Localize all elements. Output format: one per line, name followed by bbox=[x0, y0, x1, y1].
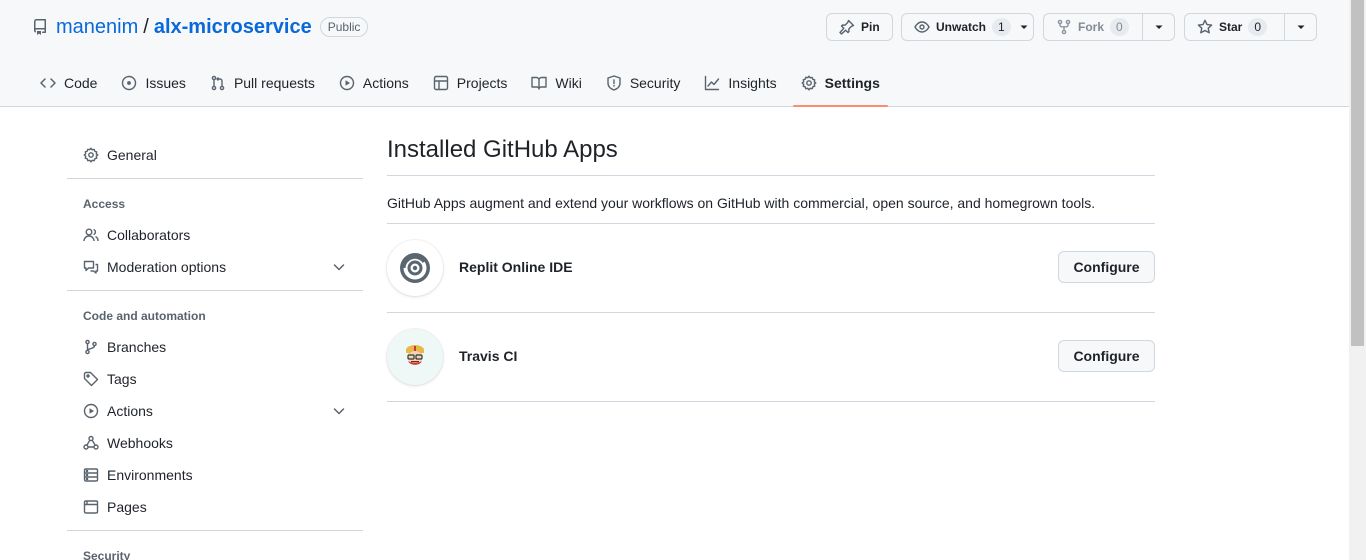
sidebar-item-moderation-options[interactable]: Moderation options bbox=[67, 251, 363, 283]
sidebar-divider bbox=[67, 178, 363, 179]
code-icon bbox=[40, 75, 56, 91]
pin-icon bbox=[839, 19, 855, 35]
tab-insights[interactable]: Insights bbox=[696, 64, 784, 102]
sidebar-heading-access: Access bbox=[83, 197, 126, 211]
star-dropdown-button[interactable] bbox=[1284, 14, 1316, 40]
pull-request-icon bbox=[210, 75, 226, 91]
sidebar-item-actions[interactable]: Actions bbox=[67, 395, 363, 427]
gear-icon bbox=[801, 75, 817, 91]
list-item: Replit Online IDE Configure bbox=[387, 223, 1155, 312]
repo-separator: / bbox=[143, 15, 149, 38]
sidebar-heading-code-automation: Code and automation bbox=[83, 309, 206, 323]
server-icon bbox=[83, 467, 99, 483]
tab-actions[interactable]: Actions bbox=[331, 64, 417, 102]
eye-icon bbox=[914, 19, 930, 35]
fork-dropdown-button[interactable] bbox=[1142, 14, 1174, 40]
configure-button[interactable]: Configure bbox=[1058, 340, 1155, 372]
fork-counter: 0 bbox=[1110, 18, 1129, 36]
fork-label: Fork bbox=[1078, 20, 1105, 34]
chevron-down-icon bbox=[331, 403, 347, 419]
travis-ci-app-avatar bbox=[387, 329, 443, 385]
tab-projects[interactable]: Projects bbox=[425, 64, 516, 102]
repo-icon bbox=[32, 19, 48, 35]
pin-button[interactable]: Pin bbox=[826, 13, 893, 41]
sidebar-item-environments[interactable]: Environments bbox=[67, 459, 363, 491]
scrollbar-thumb[interactable] bbox=[1351, 0, 1364, 346]
title-divider bbox=[387, 175, 1155, 176]
sidebar-item-branches[interactable]: Branches bbox=[67, 331, 363, 363]
page-title: Installed GitHub Apps bbox=[387, 136, 618, 163]
people-icon bbox=[83, 227, 99, 243]
configure-button[interactable]: Configure bbox=[1058, 251, 1155, 283]
tag-icon bbox=[83, 371, 99, 387]
sidebar-item-webhooks[interactable]: Webhooks bbox=[67, 427, 363, 459]
caret-down-icon bbox=[1297, 25, 1305, 29]
app-name: Replit Online IDE bbox=[459, 259, 573, 275]
sidebar-item-general[interactable]: General bbox=[67, 139, 363, 171]
gear-icon bbox=[83, 147, 99, 163]
comment-discussion-icon bbox=[83, 259, 99, 275]
star-label: Star bbox=[1219, 20, 1243, 34]
tab-security[interactable]: Security bbox=[598, 64, 689, 102]
watch-counter: 1 bbox=[992, 18, 1011, 36]
star-button[interactable]: Star 0 bbox=[1184, 13, 1317, 41]
repo-owner-link[interactable]: manenim bbox=[56, 16, 138, 39]
issue-icon bbox=[121, 75, 137, 91]
fork-main[interactable]: Fork 0 bbox=[1044, 14, 1142, 40]
sidebar-heading-security: Security bbox=[83, 549, 131, 560]
graph-icon bbox=[704, 75, 720, 91]
watch-button[interactable]: Unwatch 1 bbox=[901, 13, 1034, 41]
app-divider bbox=[387, 401, 1155, 402]
page-description: GitHub Apps augment and extend your work… bbox=[387, 195, 1096, 211]
caret-down-icon bbox=[1019, 22, 1029, 32]
repo-header: manenim / alx-microservice Public Pin Un… bbox=[0, 0, 1366, 107]
repo-tabs: Code Issues Pull requests Actions Projec… bbox=[32, 64, 896, 107]
watch-label: Unwatch bbox=[936, 20, 987, 34]
branch-icon bbox=[83, 339, 99, 355]
play-icon bbox=[339, 75, 355, 91]
sidebar-divider bbox=[67, 530, 363, 531]
star-icon bbox=[1197, 19, 1213, 35]
play-icon bbox=[83, 403, 99, 419]
visibility-badge: Public bbox=[319, 17, 369, 37]
sidebar-item-pages[interactable]: Pages bbox=[67, 491, 363, 523]
browser-icon bbox=[83, 499, 99, 515]
repo-title-row: manenim / alx-microservice Public bbox=[32, 14, 369, 40]
chevron-down-icon bbox=[331, 259, 347, 275]
star-counter: 0 bbox=[1248, 18, 1268, 36]
app-name: Travis CI bbox=[459, 348, 518, 364]
fork-button[interactable]: Fork 0 bbox=[1043, 13, 1175, 41]
sidebar-item-collaborators[interactable]: Collaborators bbox=[67, 219, 363, 251]
tab-code[interactable]: Code bbox=[32, 64, 105, 102]
tab-settings[interactable]: Settings bbox=[792, 64, 889, 107]
replit-app-avatar bbox=[387, 240, 443, 296]
fork-icon bbox=[1056, 19, 1072, 35]
table-icon bbox=[433, 75, 449, 91]
list-item: Travis CI Configure bbox=[387, 312, 1155, 401]
sidebar-divider bbox=[67, 290, 363, 291]
repo-name-link[interactable]: alx-microservice bbox=[154, 16, 312, 39]
webhook-icon bbox=[83, 435, 99, 451]
caret-down-icon bbox=[1155, 25, 1163, 29]
page-scrollbar[interactable] bbox=[1349, 0, 1366, 560]
tab-wiki[interactable]: Wiki bbox=[523, 64, 589, 102]
shield-icon bbox=[606, 75, 622, 91]
sidebar-item-tags[interactable]: Tags bbox=[67, 363, 363, 395]
tab-issues[interactable]: Issues bbox=[113, 64, 193, 102]
tab-pull-requests[interactable]: Pull requests bbox=[202, 64, 323, 102]
pin-label: Pin bbox=[861, 20, 880, 34]
star-main[interactable]: Star 0 bbox=[1185, 14, 1284, 40]
book-icon bbox=[531, 75, 548, 91]
